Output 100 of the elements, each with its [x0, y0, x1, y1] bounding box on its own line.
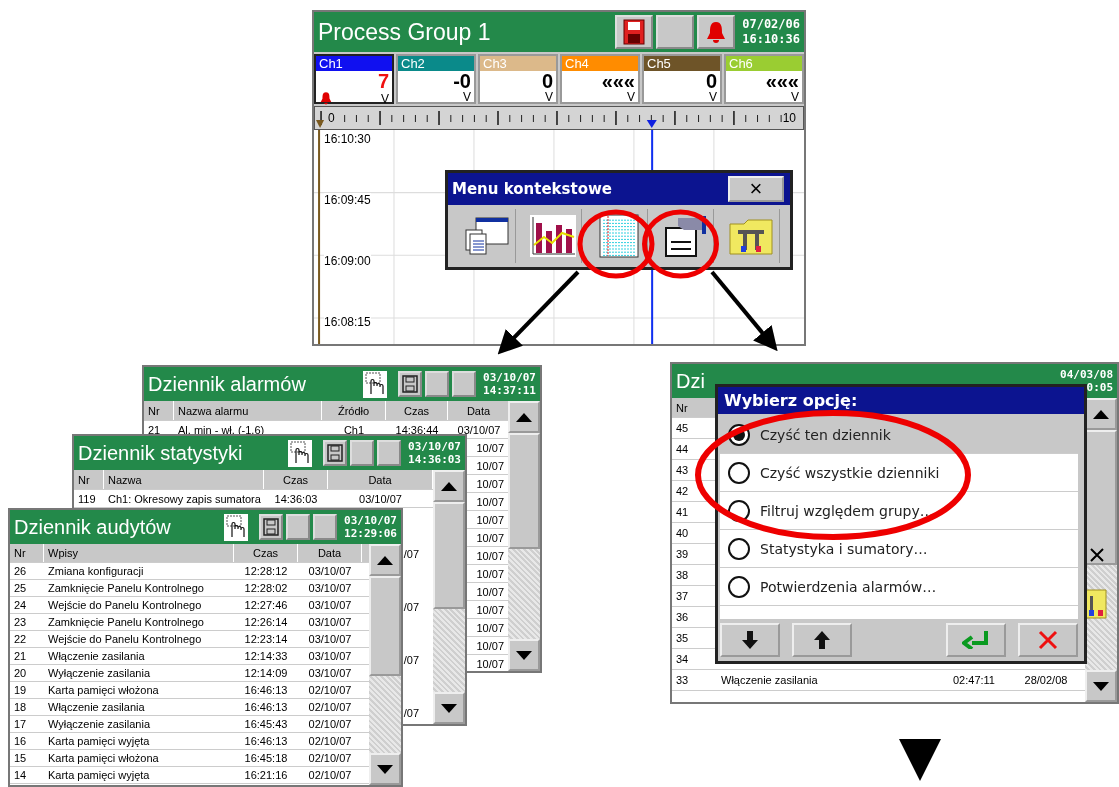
table-cell-text: 14:36:44	[394, 423, 440, 436]
table-cell-text: 12:23:14	[243, 633, 289, 645]
table-cell: 10/07	[476, 513, 504, 526]
table-cell-text: 28/02/08	[1023, 674, 1069, 686]
table-cell-text: 16	[13, 735, 28, 747]
table-cell-text: 20	[13, 667, 28, 679]
scroll-down-button[interactable]	[433, 692, 465, 724]
time-text: 14:37:11	[483, 384, 536, 397]
table-cell-text: Wyłączenie zasilania	[47, 667, 151, 679]
channel-panel[interactable]: Ch6 ««« V	[724, 54, 804, 104]
scroll-down-button[interactable]	[508, 639, 540, 671]
table-cell-text: 02/10/07	[307, 769, 353, 781]
channel-panel[interactable]: Ch3 0 V	[478, 54, 558, 104]
date-text: 04/03/08	[1060, 368, 1113, 381]
option-row[interactable]: Potwierdzenia alarmów…	[720, 568, 1078, 606]
scroll-up-button[interactable]	[1085, 398, 1117, 430]
scroll-down-button[interactable]	[1085, 670, 1117, 702]
alarm-button[interactable]	[697, 15, 736, 49]
bell-icon	[319, 91, 333, 105]
channel-panel[interactable]: Ch2 -0 V	[396, 54, 476, 104]
table-cell-text: 16:46:13	[243, 684, 289, 696]
time-label: 16:10:30	[324, 132, 371, 146]
up-triangle-icon	[441, 481, 457, 491]
scrollbar-thumb[interactable]	[433, 502, 465, 610]
option-label: Czyść wszystkie dzienniki	[760, 464, 940, 481]
radio-button[interactable]	[728, 575, 750, 598]
touch-button[interactable]	[363, 370, 387, 398]
table-cell-text: 15	[13, 752, 28, 764]
radio-button[interactable]	[728, 461, 750, 484]
option-row[interactable]: Statystyka i sumatory…	[720, 530, 1078, 568]
table-cell: 10/07	[476, 549, 504, 562]
down-triangle-icon	[516, 650, 532, 660]
table-cell: 10/07	[476, 441, 504, 454]
channel-panel[interactable]: Ch4 ««« V	[560, 54, 640, 104]
table-cell-text: 25	[13, 582, 28, 594]
scroll-up-button[interactable]	[508, 401, 540, 433]
channel-unit: V	[627, 91, 635, 103]
down-button[interactable]	[720, 623, 780, 657]
touch-button[interactable]	[288, 439, 312, 467]
channel-value: 0	[704, 71, 718, 91]
scale-label: 10	[781, 111, 797, 125]
table-cell-text: 02/10/07	[307, 752, 353, 764]
save-button[interactable]	[615, 15, 654, 49]
table-cell-text: Włączenie zasilania	[720, 674, 819, 686]
table-cell-text: 35	[675, 632, 690, 644]
enter-button[interactable]	[946, 623, 1006, 657]
table-cell-text: 03/10/07	[307, 616, 353, 628]
channel-unit: V	[463, 91, 471, 103]
channel-unit: V	[545, 91, 553, 103]
table-cell-text: /07	[403, 706, 420, 720]
save-button[interactable]	[398, 371, 422, 397]
table-cell-text: /07	[403, 547, 420, 561]
scroll-down-button[interactable]	[369, 753, 401, 785]
blank-button[interactable]	[377, 440, 401, 466]
table-cell-text: 21	[147, 423, 162, 436]
table-cell-text: Wyłączenie zasilania	[47, 718, 151, 730]
table-cell-text: 03/10/07	[358, 492, 403, 505]
channel-unit: V	[709, 91, 717, 103]
table-cell-text: 03/10/07	[307, 582, 353, 594]
radio-button[interactable]	[728, 537, 750, 560]
tools-folder-icon	[727, 216, 774, 256]
save-button[interactable]	[323, 440, 347, 466]
table-cell-text: 12:28:12	[243, 565, 289, 577]
cancel-button[interactable]	[1018, 623, 1078, 657]
blank-button[interactable]	[313, 514, 337, 540]
table-cell-text: 43	[675, 464, 690, 476]
scrollbar-thumb[interactable]	[1085, 430, 1117, 566]
table-cell-text: 12:27:46	[243, 599, 289, 611]
option-row[interactable]: Czyść ten dziennik	[720, 416, 1078, 454]
option-row[interactable]: Czyść wszystkie dzienniki	[720, 454, 1078, 492]
table-cell-text: 33	[675, 674, 690, 686]
table-cell-text: 16:46:13	[243, 701, 289, 713]
touch-button[interactable]	[224, 513, 248, 541]
channel-panel[interactable]: Ch5 0 V	[642, 54, 722, 104]
save-button[interactable]	[259, 514, 283, 540]
table-cell-text: 37	[675, 590, 690, 602]
floppy-icon	[623, 19, 646, 45]
hand-pointer-icon	[365, 372, 385, 396]
table-cell-text: Wejście do Panelu Kontrolnego	[47, 599, 203, 611]
table-cell-text: 14	[13, 769, 28, 781]
scrollbar-thumb[interactable]	[369, 576, 401, 677]
option-row[interactable]: Filtruj względem grupy…	[720, 492, 1078, 530]
table-cell-text: 03/10/07	[307, 633, 353, 645]
floppy-icon	[402, 375, 418, 393]
close-button[interactable]: ×	[728, 176, 784, 202]
scroll-up-button[interactable]	[369, 544, 401, 576]
table-cell-text: 39	[675, 548, 690, 560]
table-cell-text: Ch1	[342, 423, 366, 436]
menu-title: Menu kontekstowe	[452, 180, 612, 198]
blank-button[interactable]	[452, 371, 476, 397]
enter-arrow-icon	[962, 631, 990, 649]
table-cell-text: 119	[77, 492, 97, 505]
table-cell-text: 02/10/07	[307, 718, 353, 730]
up-triangle-icon	[1093, 409, 1109, 419]
up-button[interactable]	[792, 623, 852, 657]
table-cell-text: 14:36:03	[273, 492, 319, 505]
table-cell-text: 41	[675, 506, 690, 518]
date-text: 07/02/06	[742, 17, 800, 32]
scroll-up-button[interactable]	[433, 470, 465, 502]
scrollbar-thumb[interactable]	[508, 433, 540, 550]
